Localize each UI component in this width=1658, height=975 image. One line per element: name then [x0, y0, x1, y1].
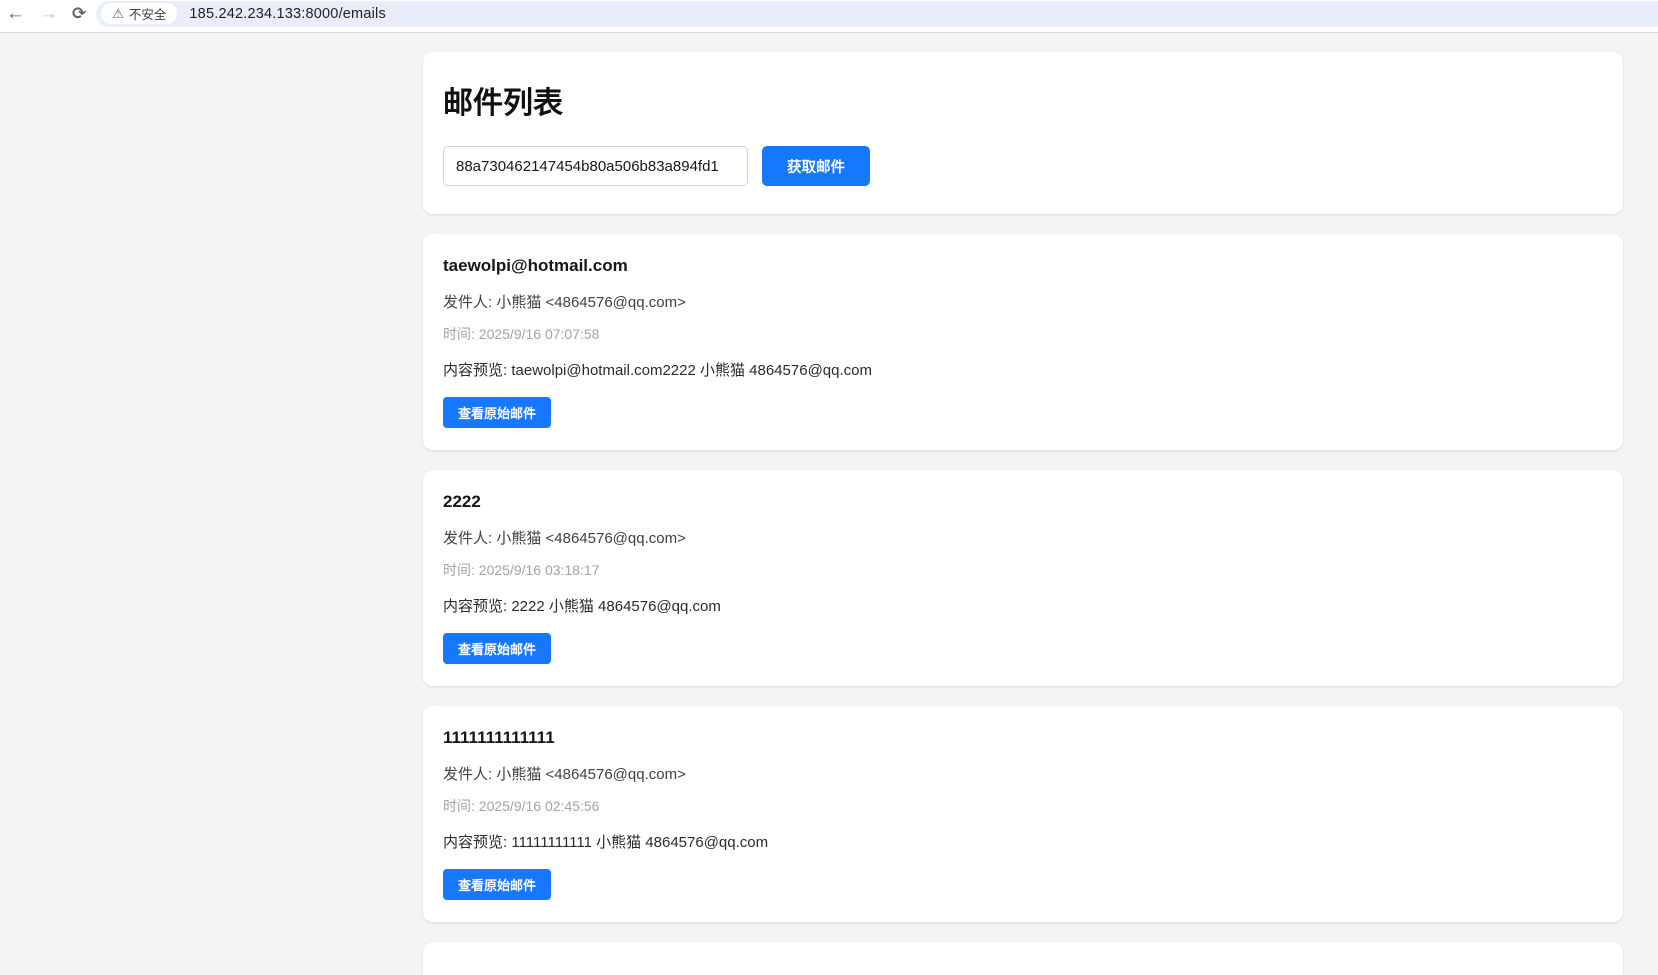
security-badge[interactable]: ⚠ 不安全 [101, 3, 177, 24]
token-input[interactable] [443, 146, 748, 186]
time-value: 2025/9/16 07:07:58 [479, 326, 600, 342]
time-label: 时间: [443, 798, 475, 814]
email-subject: taewolpi@hotmail.com [443, 256, 1603, 276]
email-card: 1111111111111 发件人: 小熊猫 <4864576@qq.com> … [423, 706, 1623, 922]
email-sender-line: 发件人: 小熊猫 <4864576@qq.com> [443, 291, 1603, 312]
time-label: 时间: [443, 562, 475, 578]
email-subject: 1111111111111 [443, 728, 1603, 748]
sender-value: 小熊猫 <4864576@qq.com> [496, 766, 686, 783]
security-badge-label: 不安全 [129, 4, 167, 23]
email-list: taewolpi@hotmail.com 发件人: 小熊猫 <4864576@q… [423, 234, 1623, 922]
preview-value: 2222 小熊猫 4864576@qq.com [511, 598, 721, 615]
forward-icon: → [39, 4, 58, 23]
nav-buttons: ← → ⟳ [0, 4, 96, 23]
back-icon[interactable]: ← [6, 4, 25, 23]
view-raw-email-button[interactable]: 查看原始邮件 [443, 397, 551, 428]
time-value: 2025/9/16 02:45:56 [479, 798, 600, 814]
reload-icon[interactable]: ⟳ [72, 5, 86, 22]
email-sender-line: 发件人: 小熊猫 <4864576@qq.com> [443, 763, 1603, 784]
sender-value: 小熊猫 <4864576@qq.com> [496, 294, 686, 311]
preview-value: 11111111111 小熊猫 4864576@qq.com [511, 834, 768, 851]
warning-icon: ⚠ [112, 6, 124, 22]
header-card: 邮件列表 获取邮件 [423, 52, 1623, 214]
address-bar[interactable]: ⚠ 不安全 185.242.234.133:8000/emails [96, 1, 1658, 27]
sender-label: 发件人: [443, 294, 492, 311]
preview-label: 内容预览: [443, 834, 507, 851]
preview-value: taewolpi@hotmail.com2222 小熊猫 4864576@qq.… [511, 362, 872, 379]
time-value: 2025/9/16 03:18:17 [479, 562, 600, 578]
email-sender-line: 发件人: 小熊猫 <4864576@qq.com> [443, 527, 1603, 548]
time-label: 时间: [443, 326, 475, 342]
page-title: 邮件列表 [443, 78, 1603, 122]
preview-label: 内容预览: [443, 362, 507, 379]
browser-toolbar: ← → ⟳ ⚠ 不安全 185.242.234.133:8000/emails [0, 0, 1658, 27]
content-container: 邮件列表 获取邮件 taewolpi@hotmail.com 发件人: 小熊猫 … [423, 52, 1623, 975]
view-raw-email-button[interactable]: 查看原始邮件 [443, 869, 551, 900]
email-preview-line: 内容预览: 2222 小熊猫 4864576@qq.com [443, 595, 1603, 616]
url-text: 185.242.234.133:8000/emails [189, 6, 385, 22]
page-body: 邮件列表 获取邮件 taewolpi@hotmail.com 发件人: 小熊猫 … [0, 33, 1658, 975]
email-card: taewolpi@hotmail.com 发件人: 小熊猫 <4864576@q… [423, 234, 1623, 450]
view-raw-email-button[interactable]: 查看原始邮件 [443, 633, 551, 664]
sender-label: 发件人: [443, 766, 492, 783]
email-subject: 2222 [443, 492, 1603, 512]
email-card-partial [423, 942, 1623, 975]
preview-label: 内容预览: [443, 598, 507, 615]
fetch-row: 获取邮件 [443, 146, 1603, 186]
email-preview-line: 内容预览: taewolpi@hotmail.com2222 小熊猫 48645… [443, 359, 1603, 380]
fetch-emails-button[interactable]: 获取邮件 [762, 146, 870, 186]
email-time-line: 时间: 2025/9/16 03:18:17 [443, 560, 1603, 580]
email-time-line: 时间: 2025/9/16 07:07:58 [443, 324, 1603, 344]
email-preview-line: 内容预览: 11111111111 小熊猫 4864576@qq.com [443, 831, 1603, 852]
email-time-line: 时间: 2025/9/16 02:45:56 [443, 796, 1603, 816]
email-card: 2222 发件人: 小熊猫 <4864576@qq.com> 时间: 2025/… [423, 470, 1623, 686]
sender-value: 小熊猫 <4864576@qq.com> [496, 530, 686, 547]
sender-label: 发件人: [443, 530, 492, 547]
